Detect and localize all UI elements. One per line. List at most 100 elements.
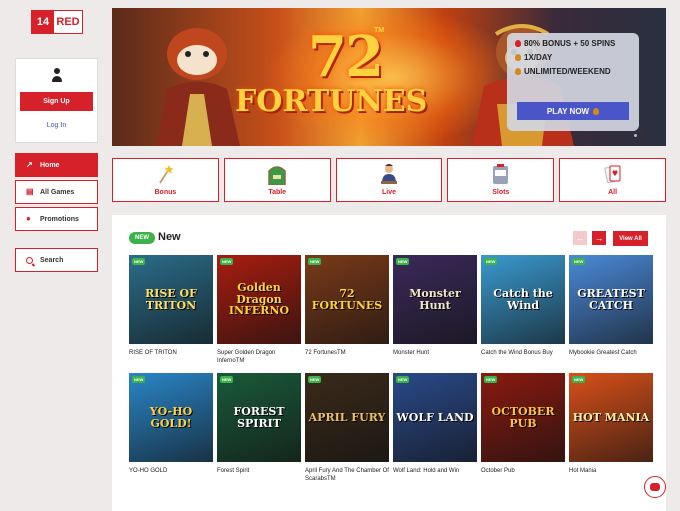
game-name[interactable]: Monster Hunt bbox=[393, 349, 477, 357]
game-name[interactable]: Hot Mania bbox=[569, 467, 653, 475]
game-card[interactable]: NEW RISE OF TRITON RISE OF TRITON bbox=[129, 255, 213, 365]
game-card[interactable]: NEW FOREST SPIRIT Forest Spirit bbox=[217, 373, 301, 483]
game-card[interactable]: NEW 72 FORTUNES 72 FortunesTM bbox=[305, 255, 389, 365]
search-label: Search bbox=[40, 256, 64, 264]
game-thumbnail[interactable]: NEW GREATEST CATCH bbox=[569, 255, 653, 344]
game-name[interactable]: YO-HO GOLD bbox=[129, 467, 213, 475]
side-nav-promotions-label: Promotions bbox=[40, 215, 79, 223]
side-nav-promotions[interactable]: ● Promotions bbox=[15, 207, 98, 231]
game-card[interactable]: NEW WOLF LAND Wolf Land: Hold and Win bbox=[393, 373, 477, 483]
game-art-title: OCTOBER PUB bbox=[491, 405, 555, 430]
flame-icon: ● bbox=[26, 214, 31, 223]
cards-icon bbox=[603, 165, 621, 184]
signup-button[interactable]: Sign Up bbox=[20, 92, 93, 111]
promo-offer: UNLIMITED/WEEKEND bbox=[515, 67, 631, 76]
game-art-title: HOT MANIA bbox=[572, 410, 650, 424]
brand-logo-number: 14 bbox=[32, 11, 54, 33]
game-name[interactable]: RISE OF TRITON bbox=[129, 349, 213, 357]
game-thumbnail[interactable]: NEW 72 FORTUNES bbox=[305, 255, 389, 344]
game-new-badge: NEW bbox=[396, 258, 410, 265]
play-now-label: PLAY NOW bbox=[546, 106, 590, 116]
brand-logo-name: RED bbox=[56, 16, 80, 28]
game-name[interactable]: Wolf Land: Hold and Win bbox=[393, 467, 477, 475]
game-art-title: Golden Dragon INFERNO bbox=[228, 281, 290, 318]
game-art-title: APRIL FURY bbox=[308, 410, 386, 424]
game-art-title: Catch the Wind bbox=[493, 286, 553, 312]
game-thumbnail[interactable]: NEW RISE OF TRITON bbox=[129, 255, 213, 344]
banner-title-number: 72 bbox=[308, 24, 384, 90]
game-name[interactable]: Mybookie Greatest Catch bbox=[569, 349, 653, 357]
carousel-dot-active[interactable] bbox=[641, 134, 644, 137]
section-new-badge: NEW bbox=[129, 232, 155, 244]
game-name[interactable]: April Fury And The Chamber Of ScarabsTM bbox=[305, 467, 389, 483]
game-art-title: WOLF LAND bbox=[396, 410, 474, 424]
brand-logo[interactable]: 14 RED bbox=[31, 10, 83, 34]
play-now-button[interactable]: PLAY NOW bbox=[517, 102, 629, 120]
user-icon bbox=[50, 68, 64, 84]
game-card[interactable]: NEW Catch the Wind Catch the Wind Bonus Bu… bbox=[481, 255, 565, 365]
category-live[interactable]: Live bbox=[335, 158, 443, 202]
slot-machine-icon bbox=[492, 164, 508, 184]
account-box: Sign Up Log In bbox=[15, 58, 98, 143]
category-all[interactable]: All bbox=[559, 158, 666, 202]
game-card[interactable]: NEW OCTOBER PUB October Pub bbox=[481, 373, 565, 483]
game-card[interactable]: NEW GREATEST CATCH Mybookie Greatest Catch bbox=[569, 255, 653, 365]
game-card[interactable]: NEW APRIL FURY April Fury And The Chamber … bbox=[305, 373, 389, 483]
game-thumbnail[interactable]: NEW Catch the Wind bbox=[481, 255, 565, 344]
side-nav-home[interactable]: ↗ Home bbox=[15, 153, 98, 177]
category-table-label: Table bbox=[268, 189, 287, 196]
login-link[interactable]: Log In bbox=[47, 122, 66, 129]
search-icon bbox=[26, 256, 33, 264]
red-panda-character-image bbox=[157, 28, 240, 146]
gift-icon bbox=[515, 40, 521, 47]
game-thumbnail[interactable]: NEW Monster Hunt bbox=[393, 255, 477, 344]
game-thumbnail[interactable]: NEW FOREST SPIRIT bbox=[217, 373, 301, 463]
game-name[interactable]: Catch the Wind Bonus Buy bbox=[481, 349, 565, 357]
chat-button[interactable] bbox=[644, 476, 666, 498]
search-button[interactable]: Search bbox=[15, 248, 98, 272]
section-title: New bbox=[158, 231, 181, 243]
game-art-title: 72 FORTUNES bbox=[311, 286, 383, 312]
wand-icon bbox=[159, 165, 174, 184]
banner-title-word: FORTUNES bbox=[235, 84, 428, 119]
carousel-next-button[interactable]: → bbox=[592, 231, 606, 245]
game-new-badge: NEW bbox=[396, 376, 410, 384]
promo-offer-text: 80% BONUS + 50 SPINS bbox=[524, 39, 616, 48]
table-icon bbox=[268, 166, 286, 185]
game-card[interactable]: NEW Monster Hunt Monster Hunt bbox=[393, 255, 477, 365]
promo-card: 80% BONUS + 50 SPINS 1X/DAY UNLIMITED/WE… bbox=[507, 33, 639, 131]
promo-offer-text: 1X/DAY bbox=[524, 53, 553, 62]
game-art-title: FOREST SPIRIT bbox=[233, 405, 285, 430]
game-thumbnail[interactable]: NEW YO-HO GOLD! bbox=[129, 373, 213, 463]
game-thumbnail[interactable]: NEW APRIL FURY bbox=[305, 373, 389, 463]
category-all-label: All bbox=[608, 189, 618, 196]
dealer-icon bbox=[380, 164, 397, 184]
carousel-prev-button[interactable]: ← bbox=[573, 231, 587, 245]
category-bonus-label: Bonus bbox=[154, 189, 177, 196]
coin-bag-icon bbox=[515, 54, 521, 61]
carousel-dot[interactable] bbox=[634, 134, 637, 137]
game-name[interactable]: 72 FortunesTM bbox=[305, 349, 389, 357]
category-slots[interactable]: Slots bbox=[447, 158, 555, 202]
game-card[interactable]: NEW YO-HO GOLD! YO-HO GOLD bbox=[129, 373, 213, 483]
game-thumbnail[interactable]: NEW HOT MANIA bbox=[569, 373, 653, 463]
game-new-badge: NEW bbox=[220, 258, 234, 265]
coin-bag-icon bbox=[593, 107, 600, 115]
side-nav-all-games[interactable]: ▤ All Games bbox=[15, 180, 98, 204]
game-card[interactable]: NEW HOT MANIA Hot Mania bbox=[569, 373, 653, 483]
hero-banner[interactable]: 72 TM FORTUNES 80% BONUS + 50 SPINS 1X/D… bbox=[112, 8, 666, 146]
game-name[interactable]: October Pub bbox=[481, 467, 565, 475]
game-new-badge: NEW bbox=[308, 376, 322, 384]
category-table[interactable]: Table bbox=[223, 158, 331, 202]
view-all-button[interactable]: View All bbox=[613, 231, 648, 246]
game-name[interactable]: Super Golden Dragon InfernoTM bbox=[217, 349, 301, 365]
game-thumbnail[interactable]: NEW OCTOBER PUB bbox=[481, 373, 565, 463]
game-thumbnail[interactable]: NEW WOLF LAND bbox=[393, 373, 477, 463]
game-new-badge: NEW bbox=[484, 376, 498, 384]
game-thumbnail[interactable]: NEW Golden Dragon INFERNO bbox=[217, 255, 301, 344]
game-name[interactable]: Forest Spirit bbox=[217, 467, 301, 475]
game-card[interactable]: NEW Golden Dragon INFERNO Super Golden Dra… bbox=[217, 255, 301, 365]
category-bonus[interactable]: Bonus bbox=[112, 158, 219, 202]
category-live-label: Live bbox=[381, 189, 396, 196]
cards-icon: ▤ bbox=[26, 187, 34, 196]
